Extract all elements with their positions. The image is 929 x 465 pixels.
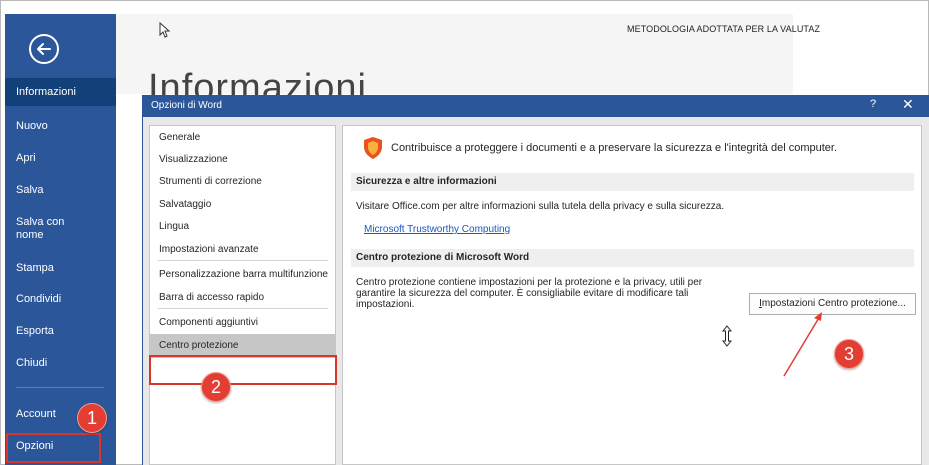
mouse-pointer-icon — [159, 22, 171, 38]
nav-separator — [158, 308, 328, 309]
section-header-centro-protezione: Centro protezione di Microsoft Word — [351, 249, 914, 267]
backstage-item-nuovo[interactable]: Nuovo — [5, 120, 116, 133]
backstage-item-esporta[interactable]: Esporta — [5, 325, 116, 338]
nav-item-strumenti-correzione[interactable]: Strumenti di correzione — [150, 176, 335, 188]
backstage-item-salva-con-nome[interactable]: Salva con nome — [5, 216, 85, 242]
section-text-sicurezza: Visitare Office.com per altre informazio… — [356, 201, 725, 212]
trust-center-settings-button[interactable]: Impostazioni Centro protezione... — [749, 293, 916, 315]
document-title: METODOLOGIA ADOTTATA PER LA VALUTAZIONE — [627, 24, 820, 34]
nav-item-componenti-aggiuntivi[interactable]: Componenti aggiuntivi — [150, 317, 335, 329]
shield-icon — [364, 137, 382, 159]
trustworthy-computing-link[interactable]: Microsoft Trustworthy Computing — [364, 224, 510, 235]
dialog-body: Generale Visualizzazione Strumenti di co… — [143, 117, 929, 465]
section-text-centro-protezione: Centro protezione contiene impostazioni … — [356, 277, 703, 310]
backstage-item-salva[interactable]: Salva — [5, 184, 116, 197]
step-marker-3: 3 — [834, 339, 864, 369]
nav-item-salvataggio[interactable]: Salvataggio — [150, 199, 335, 211]
step-marker-1: 1 — [77, 403, 107, 433]
backstage-item-informazioni[interactable]: Informazioni — [5, 78, 116, 106]
page-title: Informazioni — [148, 68, 367, 95]
highlight-centro-protezione — [149, 355, 337, 385]
nav-item-personalizzazione-barra[interactable]: Personalizzazione barra multifunzione — [150, 269, 335, 281]
section-header-sicurezza: Sicurezza e altre informazioni — [351, 173, 914, 191]
backstage-item-condividi[interactable]: Condividi — [5, 293, 116, 306]
button-label: mpostazioni Centro protezione... — [761, 298, 906, 309]
nav-item-barra-accesso-rapido[interactable]: Barra di accesso rapido — [150, 292, 335, 304]
backstage-sidebar: Informazioni Nuovo Apri Salva Salva con … — [5, 14, 116, 465]
dialog-titlebar: Opzioni di Word ? ✕ — [143, 95, 929, 117]
help-button[interactable]: ? — [870, 98, 876, 110]
sidebar-divider — [16, 387, 104, 388]
backstage-item-apri[interactable]: Apri — [5, 152, 116, 165]
nav-item-impostazioni-avanzate[interactable]: Impostazioni avanzate — [150, 244, 335, 256]
nav-separator — [158, 260, 328, 261]
backstage-item-stampa[interactable]: Stampa — [5, 262, 116, 275]
close-button[interactable]: ✕ — [902, 96, 914, 113]
arrow-left-icon — [37, 43, 51, 55]
word-options-dialog: Opzioni di Word ? ✕ Generale Visualizzaz… — [142, 95, 929, 465]
intro-text: Contribuisce a proteggere i documenti e … — [391, 142, 837, 154]
backstage-item-chiudi[interactable]: Chiudi — [5, 357, 116, 370]
resize-cursor-icon — [722, 325, 732, 347]
nav-item-visualizzazione[interactable]: Visualizzazione — [150, 154, 335, 166]
back-button[interactable] — [29, 34, 59, 64]
highlight-opzioni — [6, 433, 101, 463]
options-nav: Generale Visualizzazione Strumenti di co… — [149, 125, 336, 465]
options-content: Contribuisce a proteggere i documenti e … — [342, 125, 922, 465]
step-marker-2: 2 — [201, 372, 231, 402]
nav-item-lingua[interactable]: Lingua — [150, 221, 335, 233]
nav-item-generale[interactable]: Generale — [150, 132, 335, 144]
dialog-title: Opzioni di Word — [151, 100, 222, 111]
